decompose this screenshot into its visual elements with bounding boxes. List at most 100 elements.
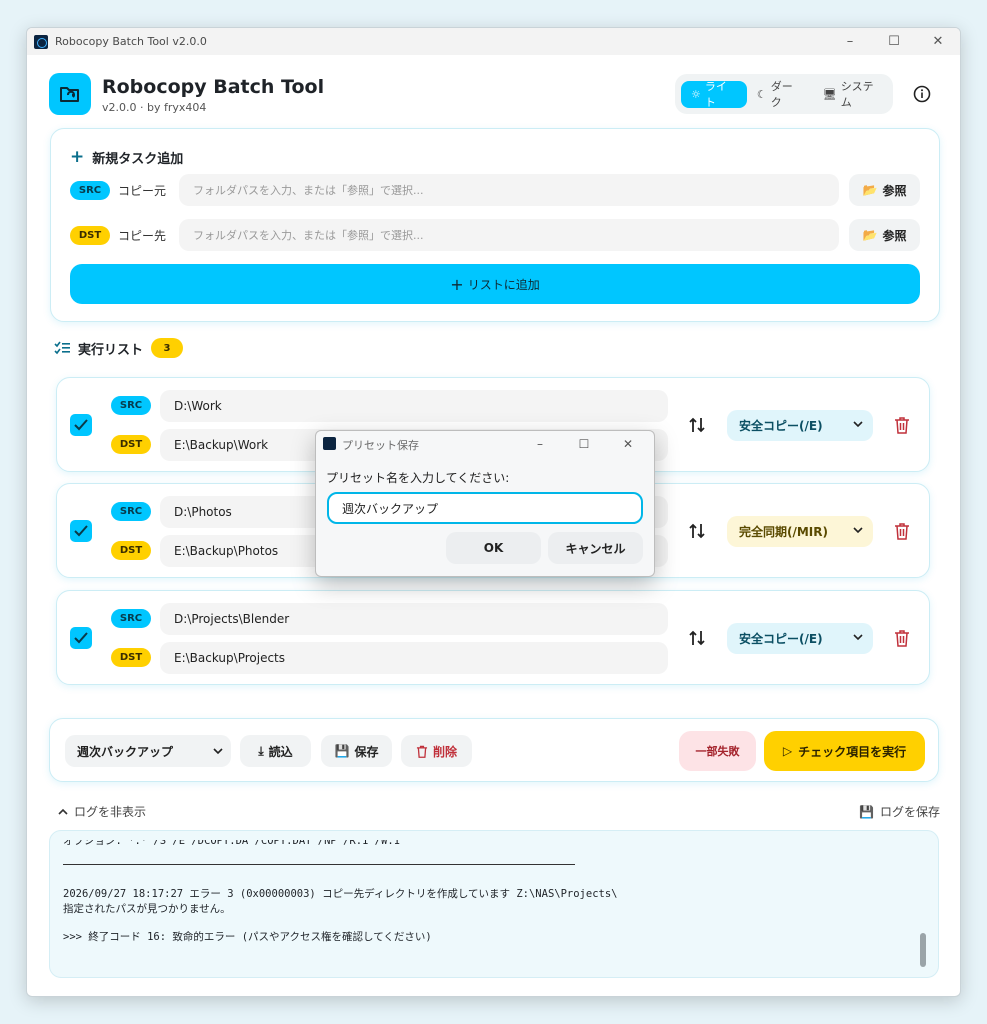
folder-open-icon: 📂	[862, 228, 878, 242]
dialog-prompt: プリセット名を入力してください:	[326, 471, 510, 485]
copy-mode-select[interactable]: 安全コピー(/E)	[727, 623, 873, 654]
dst-badge: DST	[111, 435, 151, 454]
swap-icon[interactable]	[688, 416, 706, 434]
dst-badge: DST	[111, 648, 151, 667]
src-badge: SRC	[111, 502, 151, 521]
log-line: オプション: *.* /S /E /DCOPY:DA /COPY:DAT /NP…	[63, 835, 400, 847]
log-scrollbar[interactable]	[920, 933, 926, 967]
chevron-down-icon	[853, 527, 863, 534]
maximize-icon[interactable]: ☐	[562, 433, 606, 455]
monitor-icon: 🖥	[822, 87, 837, 101]
save-log-button[interactable]: 💾 ログを保存	[859, 803, 940, 820]
trash-icon[interactable]	[894, 629, 910, 647]
run-checked-button[interactable]: ▷ チェック項目を実行	[764, 731, 925, 771]
task-dst-path[interactable]: E:\Backup\Projects	[160, 642, 668, 674]
checklist-icon	[54, 341, 70, 355]
check-icon	[74, 525, 88, 537]
add-to-list-button[interactable]: + リストに追加	[70, 264, 920, 304]
check-icon	[74, 419, 88, 431]
task-card: SRC DST D:\Projects\Blender E:\Backup\Pr…	[56, 590, 930, 685]
task-checkbox[interactable]	[70, 627, 92, 649]
swap-icon[interactable]	[688, 629, 706, 647]
cancel-button[interactable]: キャンセル	[548, 532, 643, 564]
app-logo-icon	[49, 73, 91, 115]
dst-browse-button[interactable]: 📂 参照	[849, 219, 920, 251]
log-separator	[63, 864, 575, 865]
preset-name-input[interactable]: 週次バックアップ	[327, 492, 643, 524]
trash-icon[interactable]	[894, 416, 910, 434]
plus-icon: +	[450, 274, 464, 294]
src-badge: SRC	[111, 396, 151, 415]
swap-icon[interactable]	[688, 522, 706, 540]
dst-label: コピー先	[118, 229, 167, 243]
app-icon	[323, 437, 336, 450]
check-icon	[74, 632, 88, 644]
title-bar: Robocopy Batch Tool v2.0.0 – ☐ ✕	[27, 28, 960, 55]
task-src-path[interactable]: D:\Projects\Blender	[160, 603, 668, 635]
log-toggle-button[interactable]: ログを非表示	[58, 803, 146, 820]
src-path-input[interactable]: フォルダパスを入力、または「参照」で選択...	[179, 174, 839, 206]
new-task-title: + 新規タスク追加	[70, 147, 184, 167]
floppy-disk-icon: 💾	[334, 744, 350, 758]
theme-switcher: ☼ ライト ☾ ダーク 🖥 システム	[675, 74, 893, 114]
chevron-down-icon	[213, 748, 223, 755]
dst-path-input[interactable]: フォルダパスを入力、または「参照」で選択...	[179, 219, 839, 251]
src-badge: SRC	[70, 181, 110, 200]
dialog-window-controls: – ☐ ✕	[518, 433, 650, 455]
log-line: >>> 終了コード 16: 致命的エラー (パスやアクセス権を確認してください)	[63, 931, 432, 943]
floppy-disk-icon: 💾	[859, 804, 874, 819]
delete-preset-button[interactable]: 削除	[401, 735, 472, 767]
task-count-badge: 3	[151, 338, 184, 358]
log-line: 指定されたパスが見つかりません。	[63, 903, 231, 915]
info-icon[interactable]	[913, 85, 931, 103]
src-badge: SRC	[111, 609, 151, 628]
src-label: コピー元	[118, 184, 167, 198]
preset-toolbar: 週次バックアップ ⤓ 読込 💾 保存 削除 一部失敗 ▷ チェック項目を実行	[49, 718, 939, 782]
task-list-header: 実行リスト 3	[54, 338, 184, 358]
load-preset-button[interactable]: ⤓ 読込	[240, 735, 311, 767]
trash-icon[interactable]	[894, 522, 910, 540]
mirror-mode-select[interactable]: 完全同期(/MIR)	[727, 516, 873, 547]
play-icon: ▷	[782, 744, 793, 758]
chevron-down-icon	[853, 421, 863, 428]
close-icon[interactable]: ✕	[916, 28, 960, 55]
moon-icon: ☾	[756, 87, 767, 101]
task-list-title: 実行リスト	[78, 342, 144, 358]
minimize-icon[interactable]: –	[518, 433, 562, 455]
src-browse-button[interactable]: 📂 参照	[849, 174, 920, 206]
app-subtitle: v2.0.0 · by fryx404	[102, 101, 207, 114]
window-title: Robocopy Batch Tool v2.0.0	[55, 35, 207, 48]
save-preset-button[interactable]: 💾 保存	[321, 735, 392, 767]
chevron-up-icon	[58, 808, 68, 815]
dst-badge: DST	[111, 541, 151, 560]
copy-mode-select[interactable]: 安全コピー(/E)	[727, 410, 873, 441]
app-name: Robocopy Batch Tool	[102, 76, 325, 98]
sun-icon: ☼	[691, 87, 701, 101]
minimize-icon[interactable]: –	[828, 28, 872, 55]
task-checkbox[interactable]	[70, 414, 92, 436]
task-checkbox[interactable]	[70, 520, 92, 542]
theme-system-button[interactable]: 🖥 システム	[813, 80, 893, 109]
status-badge: 一部失敗	[679, 731, 756, 771]
log-output[interactable]: オプション: *.* /S /E /DCOPY:DA /COPY:DAT /NP…	[49, 830, 939, 978]
save-preset-dialog: プリセット保存 – ☐ ✕ プリセット名を入力してください: 週次バックアップ …	[315, 430, 655, 577]
window-controls: – ☐ ✕	[828, 28, 960, 55]
theme-light-button[interactable]: ☼ ライト	[681, 80, 747, 109]
dialog-title: プリセット保存	[342, 439, 419, 452]
plus-icon: +	[70, 147, 85, 167]
close-icon[interactable]: ✕	[606, 433, 650, 455]
app-header: Robocopy Batch Tool v2.0.0 · by fryx404 …	[49, 73, 939, 117]
chevron-down-icon	[853, 634, 863, 641]
dst-badge: DST	[70, 226, 110, 245]
theme-dark-button[interactable]: ☾ ダーク	[747, 80, 813, 109]
ok-button[interactable]: OK	[446, 532, 541, 564]
trash-icon	[416, 745, 428, 758]
download-icon: ⤓	[258, 743, 264, 758]
preset-select[interactable]: 週次バックアップ	[65, 735, 231, 767]
folder-open-icon: 📂	[862, 183, 878, 197]
new-task-panel: + 新規タスク追加 SRC コピー元 フォルダパスを入力、または「参照」で選択.…	[50, 128, 940, 322]
task-src-path[interactable]: D:\Work	[160, 390, 668, 422]
maximize-icon[interactable]: ☐	[872, 28, 916, 55]
log-line: 2026/09/27 18:17:27 エラー 3 (0x00000003) コ…	[63, 888, 618, 900]
app-icon	[34, 34, 48, 49]
